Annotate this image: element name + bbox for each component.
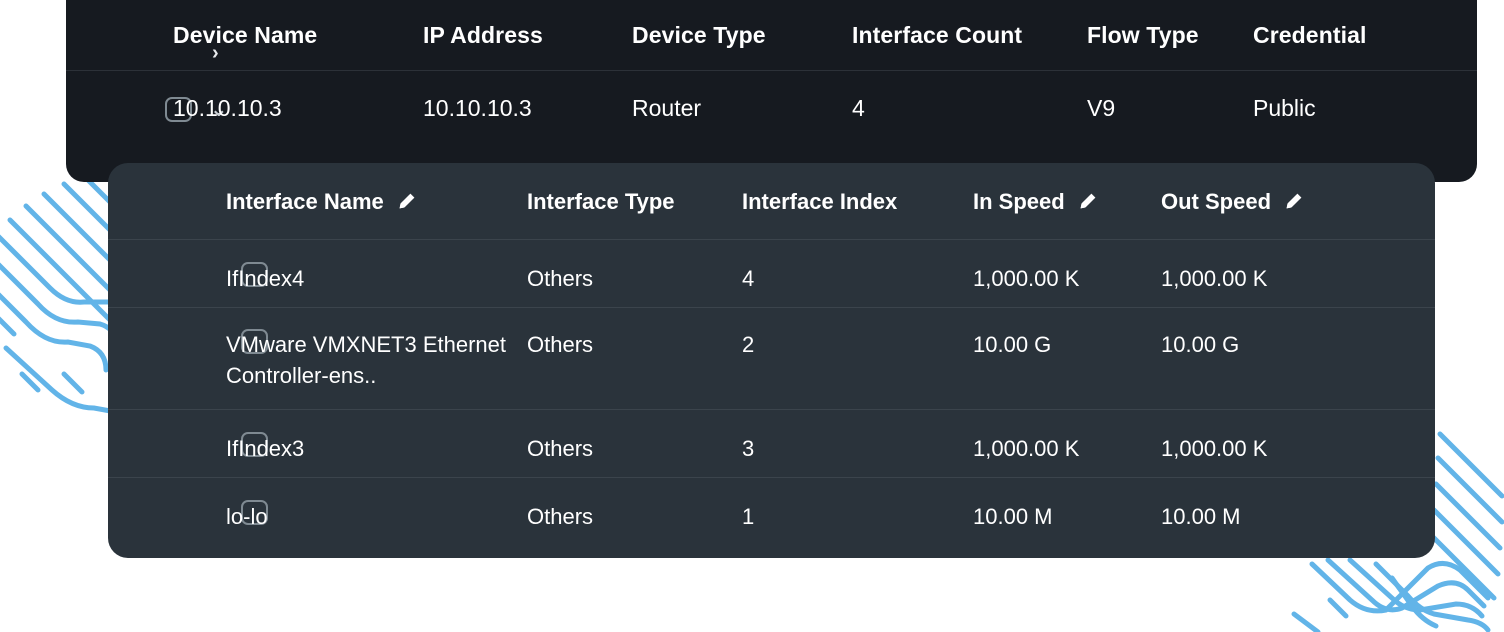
column-header-ip-address[interactable]: IP Address bbox=[423, 0, 543, 70]
cell-device-name: 10.10.10.3 bbox=[173, 71, 282, 145]
cell-out-speed: 10.00 G bbox=[1161, 329, 1239, 360]
table-row[interactable]: IfIndex4 Others 4 1,000.00 K 1,000.00 K bbox=[108, 239, 1435, 307]
cell-ip-address: 10.10.10.3 bbox=[423, 71, 532, 145]
pencil-icon[interactable] bbox=[398, 192, 416, 210]
cell-interface-name: VMware VMXNET3 Ethernet Controller-ens.. bbox=[226, 329, 516, 391]
cell-in-speed: 10.00 G bbox=[973, 329, 1051, 360]
cell-interface-index: 2 bbox=[742, 329, 754, 360]
cell-interface-type: Others bbox=[527, 263, 593, 294]
pencil-icon[interactable] bbox=[1079, 192, 1097, 210]
column-header-interface-name[interactable]: Interface Name bbox=[226, 163, 416, 239]
interface-table-body: IfIndex4 Others 4 1,000.00 K 1,000.00 K … bbox=[108, 239, 1435, 545]
cell-interface-name: lo-lo bbox=[226, 501, 268, 532]
cell-interface-type: Others bbox=[527, 433, 593, 464]
column-header-interface-index[interactable]: Interface Index bbox=[742, 163, 897, 239]
column-header-out-speed[interactable]: Out Speed bbox=[1161, 163, 1303, 239]
cell-flow-type: V9 bbox=[1087, 71, 1115, 145]
interface-table-panel: Interface Name Interface Type Interface … bbox=[108, 163, 1435, 558]
column-header-flow-type[interactable]: Flow Type bbox=[1087, 0, 1199, 70]
column-header-interface-count[interactable]: Interface Count bbox=[852, 0, 1022, 70]
column-header-out-speed-label: Out Speed bbox=[1161, 186, 1271, 217]
cell-out-speed: 1,000.00 K bbox=[1161, 263, 1267, 294]
column-header-in-speed-label: In Speed bbox=[973, 186, 1065, 217]
cell-interface-name: IfIndex3 bbox=[226, 433, 304, 464]
table-row[interactable]: lo-lo Others 1 10.00 M 10.00 M bbox=[108, 477, 1435, 545]
table-row[interactable]: VMware VMXNET3 Ethernet Controller-ens..… bbox=[108, 307, 1435, 409]
device-table-panel: › Device Name IP Address Device Type Int… bbox=[66, 0, 1477, 182]
cell-out-speed: 1,000.00 K bbox=[1161, 433, 1267, 464]
cell-device-type: Router bbox=[632, 71, 701, 145]
cell-interface-name: IfIndex4 bbox=[226, 263, 304, 294]
cell-interface-index: 4 bbox=[742, 263, 754, 294]
cell-interface-count: 4 bbox=[852, 71, 865, 145]
cell-in-speed: 1,000.00 K bbox=[973, 263, 1079, 294]
cell-in-speed: 10.00 M bbox=[973, 501, 1053, 532]
interface-table-header: Interface Name Interface Type Interface … bbox=[108, 163, 1435, 239]
device-table-header: › Device Name IP Address Device Type Int… bbox=[66, 0, 1477, 70]
table-row[interactable]: IfIndex3 Others 3 1,000.00 K 1,000.00 K bbox=[108, 409, 1435, 477]
cell-out-speed: 10.00 M bbox=[1161, 501, 1241, 532]
column-header-interface-type-label: Interface Type bbox=[527, 186, 675, 217]
cell-in-speed: 1,000.00 K bbox=[973, 433, 1079, 464]
cell-interface-index: 1 bbox=[742, 501, 754, 532]
column-header-interface-index-label: Interface Index bbox=[742, 186, 897, 217]
cell-interface-type: Others bbox=[527, 329, 593, 360]
column-header-interface-name-label: Interface Name bbox=[226, 186, 384, 217]
column-header-in-speed[interactable]: In Speed bbox=[973, 163, 1097, 239]
column-header-device-name[interactable]: Device Name bbox=[173, 0, 317, 70]
cell-interface-index: 3 bbox=[742, 433, 754, 464]
cell-interface-type: Others bbox=[527, 501, 593, 532]
cell-credential: Public bbox=[1253, 71, 1316, 145]
column-header-interface-type[interactable]: Interface Type bbox=[527, 163, 675, 239]
column-header-credential[interactable]: Credential bbox=[1253, 0, 1366, 70]
column-header-device-type[interactable]: Device Type bbox=[632, 0, 766, 70]
pencil-icon[interactable] bbox=[1285, 192, 1303, 210]
